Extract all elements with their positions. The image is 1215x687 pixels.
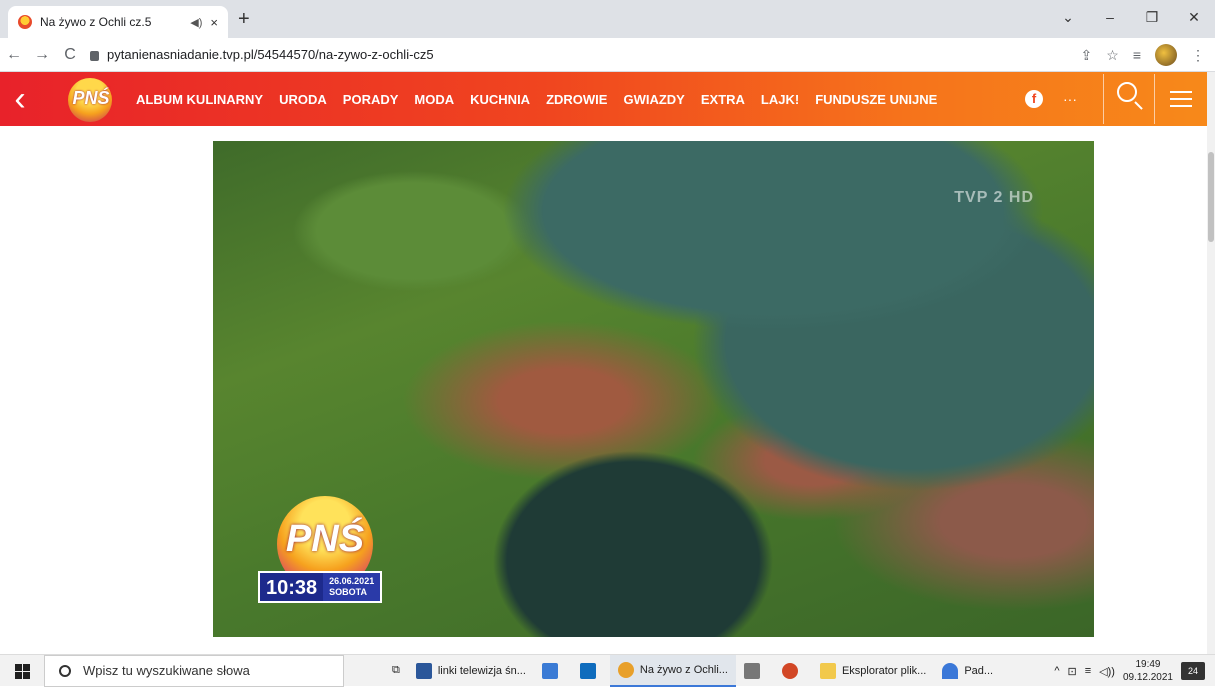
tab-search-icon[interactable]: ⌄	[1047, 0, 1089, 38]
video-player[interactable]: TVP 2 HD PNŚ 10:38 26.06.2021 SOBOTA	[213, 141, 1094, 637]
taskbar-item-outlook[interactable]	[572, 655, 610, 687]
volume-icon[interactable]: ◁))	[1099, 665, 1115, 678]
menu-item-lajk[interactable]: LAJK!	[761, 92, 799, 107]
minimize-button[interactable]: –	[1089, 0, 1131, 38]
taskbar-item-weather[interactable]: Pad...	[934, 655, 1001, 687]
facebook-icon[interactable]: f	[1025, 90, 1043, 108]
taskbar-item-photos[interactable]	[534, 655, 572, 687]
more-options-icon[interactable]: ···	[1063, 91, 1077, 107]
site-nav-actions: f ···	[1025, 72, 1207, 126]
bookmark-star-icon[interactable]: ☆	[1106, 47, 1119, 64]
taskbar-item-explorer[interactable]: Eksplorator plik...	[812, 655, 934, 687]
address-bar: ← → C pytanienasniadanie.tvp.pl/54544570…	[0, 38, 1215, 72]
broadcast-clock: 10:38 26.06.2021 SOBOTA	[258, 571, 383, 603]
broadcast-time: 10:38	[266, 577, 318, 599]
url-text: pytanienasniadanie.tvp.pl/54544570/na-zy…	[107, 47, 434, 62]
site-navigation-bar: ‹ PNŚ ALBUM KULINARNY URODA PORADY MODA …	[0, 72, 1207, 126]
taskbar-search-box[interactable]: Wpisz tu wyszukiwane słowa	[44, 654, 344, 687]
logo-text: PNŚ	[72, 88, 110, 108]
hamburger-menu-icon[interactable]	[1155, 72, 1207, 126]
lock-icon	[90, 50, 99, 61]
notification-center-icon[interactable]: 24	[1181, 662, 1205, 680]
search-icon	[59, 664, 71, 677]
tray-app-icon[interactable]: ⊡	[1068, 665, 1077, 678]
browser-tab[interactable]: Na żywo z Ochli cz.5 ◀︎) ×	[8, 6, 228, 38]
menu-item-zdrowie[interactable]: ZDROWIE	[546, 92, 607, 107]
taskbar-item-label: Pad...	[964, 664, 994, 677]
menu-item-kuchnia[interactable]: KUCHNIA	[470, 92, 530, 107]
network-icon[interactable]: ≡	[1085, 665, 1091, 677]
tray-chevron-up-icon[interactable]: ^	[1054, 665, 1059, 677]
taskbar-item-label: Na żywo z Ochli...	[639, 663, 728, 676]
menu-item-album-kulinarny[interactable]: ALBUM KULINARNY	[136, 92, 263, 107]
menu-item-extra[interactable]: EXTRA	[701, 92, 745, 107]
taskbar-item-label: linki telewizja śn...	[437, 664, 526, 677]
browser-tab-bar: Na żywo z Ochli cz.5 ◀︎) × + ⌄ – ❐ ✕	[0, 0, 1215, 38]
broadcast-date: 26.06.2021	[329, 576, 375, 586]
windows-start-icon[interactable]	[0, 655, 44, 687]
close-tab-icon[interactable]: ×	[210, 15, 218, 30]
powerpoint-icon	[781, 662, 798, 679]
browser-menu-icon[interactable]: ⋮	[1191, 47, 1205, 64]
system-tray: ^ ⊡ ≡ ◁)) 19:49 09.12.2021 24	[1054, 655, 1215, 687]
task-view-icon[interactable]: ⧉	[384, 655, 408, 687]
taskbar-time: 19:49	[1135, 659, 1161, 670]
taskbar-item-label: Eksplorator plik...	[841, 664, 927, 677]
window-controls: ⌄ – ❐ ✕	[1047, 0, 1215, 38]
taskbar-search-placeholder: Wpisz tu wyszukiwane słowa	[83, 663, 250, 678]
profile-avatar[interactable]	[1155, 44, 1177, 66]
reload-icon[interactable]: C	[56, 46, 84, 64]
umbrella-icon	[942, 662, 959, 679]
broadcast-date-box: 26.06.2021 SOBOTA	[323, 573, 381, 601]
reading-list-icon[interactable]: ≡	[1133, 47, 1141, 63]
menu-item-fundusze-unijne[interactable]: FUNDUSZE UNIJNE	[815, 92, 937, 107]
badge-text: PNŚ	[285, 518, 365, 560]
menu-item-uroda[interactable]: URODA	[279, 92, 327, 107]
photos-icon	[541, 662, 558, 679]
tab-title: Na żywo z Ochli cz.5	[40, 15, 152, 29]
restore-button[interactable]: ❐	[1131, 0, 1173, 38]
taskbar-item-powerpoint[interactable]	[774, 655, 812, 687]
word-icon	[415, 662, 432, 679]
forward-arrow-icon[interactable]: →	[28, 46, 56, 64]
address-bar-actions: ⇪ ☆ ≡ ⋮	[1081, 38, 1205, 72]
site-favicon-icon	[18, 15, 32, 29]
channel-logo: TVP 2 HD	[954, 189, 1034, 206]
site-logo[interactable]: PNŚ	[60, 76, 122, 122]
close-window-button[interactable]: ✕	[1173, 0, 1215, 38]
site-search-icon[interactable]	[1104, 72, 1154, 126]
menu-item-moda[interactable]: MODA	[414, 92, 454, 107]
scrollbar-thumb[interactable]	[1208, 152, 1214, 242]
taskbar-item-app[interactable]	[736, 655, 774, 687]
broadcast-weekday: SOBOTA	[329, 587, 367, 597]
taskbar-item-word[interactable]: linki telewizja śn...	[408, 655, 534, 687]
folder-icon	[819, 662, 836, 679]
chrome-icon	[617, 661, 634, 678]
app-icon	[743, 662, 760, 679]
taskbar-date: 09.12.2021	[1122, 672, 1173, 683]
taskbar-item-chrome[interactable]: Na żywo z Ochli...	[609, 654, 736, 687]
main-menu: ALBUM KULINARNY URODA PORADY MODA KUCHNI…	[136, 92, 937, 107]
audio-playing-icon[interactable]: ◀︎)	[190, 16, 202, 29]
back-arrow-icon[interactable]: ←	[0, 46, 28, 64]
page-scrollbar[interactable]	[1207, 72, 1215, 654]
share-icon[interactable]: ⇪	[1081, 47, 1093, 64]
taskbar-clock[interactable]: 19:49 09.12.2021	[1123, 658, 1173, 684]
outlook-icon	[579, 662, 596, 679]
windows-taskbar: Wpisz tu wyszukiwane słowa ⧉ linki telew…	[0, 654, 1215, 687]
menu-item-porady[interactable]: PORADY	[343, 92, 399, 107]
site-back-chevron-icon[interactable]: ‹	[0, 72, 40, 126]
menu-item-gwiazdy[interactable]: GWIAZDY	[623, 92, 684, 107]
url-field[interactable]: pytanienasniadanie.tvp.pl/54544570/na-zy…	[90, 47, 434, 62]
new-tab-button[interactable]: +	[238, 8, 250, 31]
